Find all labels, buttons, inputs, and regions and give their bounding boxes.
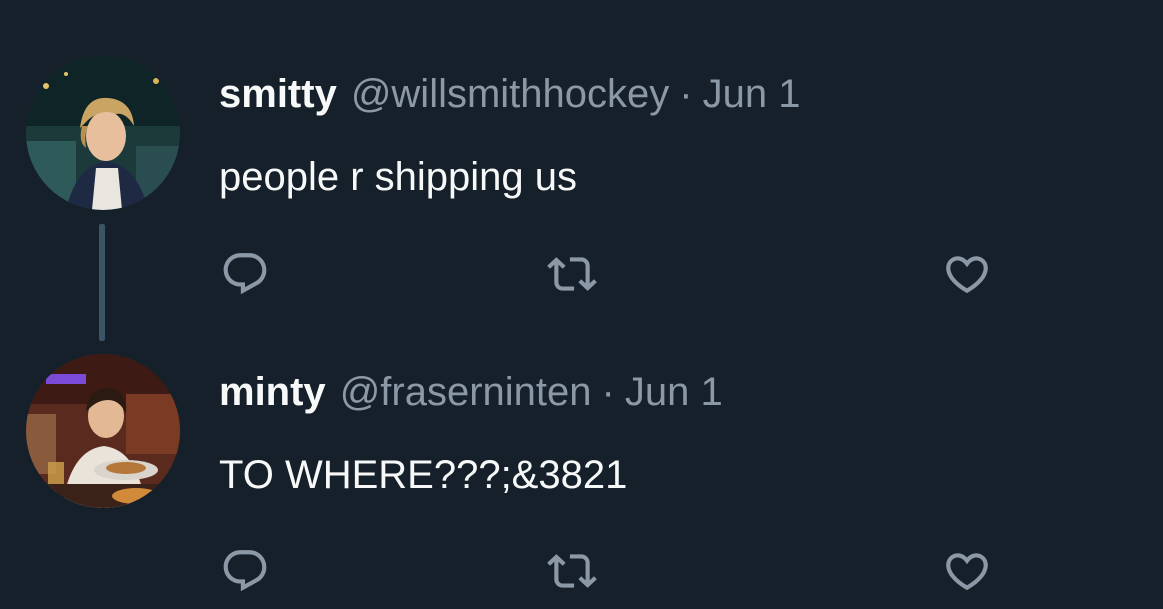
like-button[interactable] bbox=[941, 545, 993, 597]
tweet[interactable]: smitty @willsmithhockey · Jun 1 people r sh… bbox=[0, 0, 1163, 341]
author-handle[interactable]: @willsmithhockey bbox=[351, 72, 669, 116]
avatar[interactable] bbox=[26, 56, 180, 210]
like-button[interactable] bbox=[941, 248, 993, 300]
tweet-header: smitty @willsmithhockey · Jun 1 bbox=[219, 69, 800, 119]
avatar-image bbox=[26, 56, 180, 210]
tweet-header: minty @fraserninten · Jun 1 bbox=[219, 367, 723, 417]
tweet-actions bbox=[219, 248, 999, 300]
reply-button[interactable] bbox=[219, 248, 271, 300]
heart-icon bbox=[946, 553, 988, 591]
tweet[interactable]: minty @fraserninten · Jun 1 TO WHERE???;&38… bbox=[0, 340, 1163, 609]
author-name[interactable]: smitty bbox=[219, 72, 337, 116]
tweet-date[interactable]: Jun 1 bbox=[625, 370, 723, 414]
author-handle[interactable]: @fraserninten bbox=[340, 370, 592, 414]
avatar-image bbox=[26, 354, 180, 508]
reply-button[interactable] bbox=[219, 545, 271, 597]
retweet-button[interactable] bbox=[546, 545, 598, 597]
separator-dot: · bbox=[679, 72, 693, 116]
heart-icon bbox=[946, 256, 988, 294]
thread-connector-line bbox=[99, 224, 105, 341]
avatar[interactable] bbox=[26, 354, 180, 508]
tweet-thread: smitty @willsmithhockey · Jun 1 people r sh… bbox=[0, 0, 1163, 609]
reply-icon bbox=[223, 550, 267, 592]
retweet-button[interactable] bbox=[546, 248, 598, 300]
retweet-icon bbox=[547, 554, 597, 588]
author-name[interactable]: minty bbox=[219, 370, 326, 414]
reply-icon bbox=[223, 253, 267, 295]
tweet-text: TO WHERE???;&3821 bbox=[219, 453, 628, 497]
retweet-icon bbox=[547, 257, 597, 291]
tweet-date[interactable]: Jun 1 bbox=[703, 72, 801, 116]
tweet-actions bbox=[219, 545, 999, 597]
separator-dot: · bbox=[601, 370, 615, 414]
tweet-text: people r shipping us bbox=[219, 155, 578, 199]
